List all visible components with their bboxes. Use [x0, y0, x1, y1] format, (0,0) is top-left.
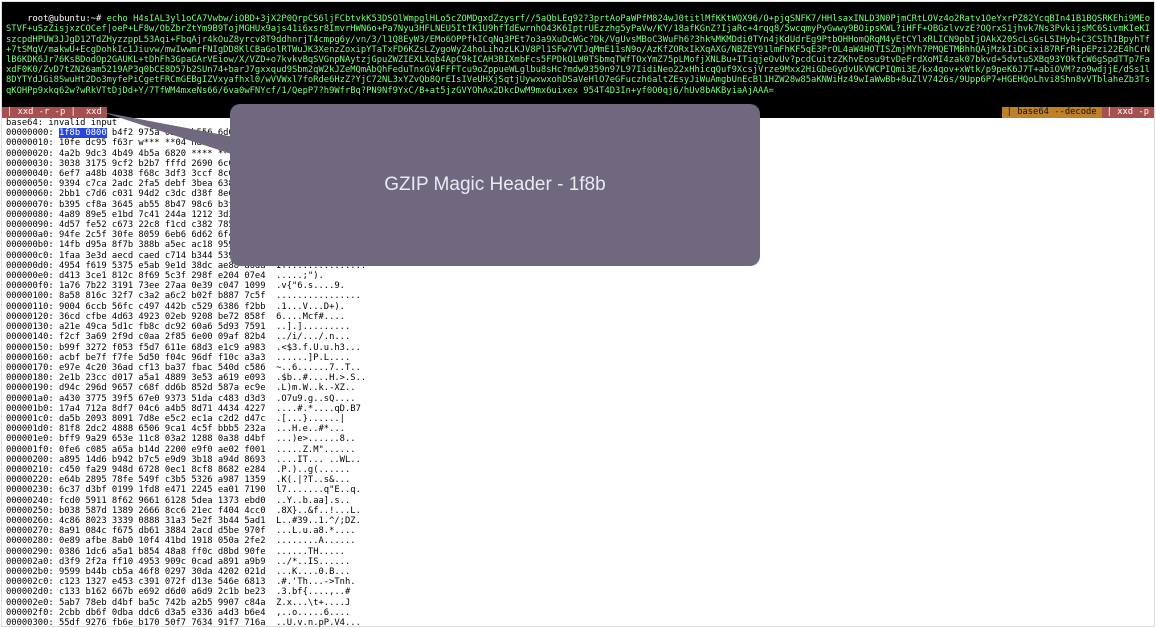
hex-row: 00000110: 9004 6ccb 56fc c497 442b c529 … [6, 302, 1150, 312]
hex-row: 00000170: e97e 4c20 36ad cf13 ba37 fbac … [6, 363, 1150, 373]
echo-keyword: echo [107, 14, 133, 24]
hex-row: 000002d0: c133 b162 667b e692 d6d0 a6d9 … [6, 587, 1150, 597]
hex-row: 00000290: 0386 1dc6 a5a1 b854 48a8 ff0c … [6, 547, 1150, 557]
terminal-command-line: root@ubuntu:~# echo H4sIAL3yl1oCA7Vwbw/i… [2, 2, 1154, 107]
hex-row: 000002a0: d3f9 2f2a ff10 4953 909c 0cad … [6, 557, 1150, 567]
hex-row: 000001f0: 0fe6 c085 a65a b14d 2200 e9f0 … [6, 445, 1150, 455]
hex-row: 00000140: f2cf 3a69 2f9d c0aa 2f85 6e00 … [6, 332, 1150, 342]
hex-row: 000001c0: da5b 2093 8091 7d8e e5c2 ec1a … [6, 414, 1150, 424]
hex-row: 00000190: d94c 296d 9657 c68f dd6b 852d … [6, 383, 1150, 393]
hex-row: 00000230: 6c37 d3bf 0199 1fd8 e471 2245 … [6, 485, 1150, 495]
hex-row: 00000130: a21e 49ca 5d1c fb8c dc92 60a6 … [6, 322, 1150, 332]
hex-row: 00000160: acbf be7f f7fe 5d50 f04c 96df … [6, 353, 1150, 363]
hex-row: 00000280: 0e89 afbe 8ab0 10f4 41bd 1918 … [6, 536, 1150, 546]
hex-row: 00000150: b99f 3272 f053 f5d7 611e 68d3 … [6, 343, 1150, 353]
gzip-magic-bytes: 1f8b 0800 [59, 128, 107, 138]
xxd-reverse-segment: | xxd -r -p | [2, 107, 81, 118]
hex-row: 000002c0: c123 1327 e453 c391 072f d13e … [6, 577, 1150, 587]
base64-decode-segment: | base64 --decode [1002, 107, 1102, 118]
hex-row: 00000220: e64b 2895 78fe 549f c3b5 5326 … [6, 475, 1150, 485]
callout-text: GZIP Magic Header - 1f8b [384, 180, 605, 190]
hex-row: 000001a0: a430 3775 39f5 67e0 9373 51da … [6, 394, 1150, 404]
hex-row: 000000e0: d413 3ce1 812c 8f69 5c3f 298f … [6, 271, 1150, 281]
hex-row: 000000f0: 1a76 7b22 3191 73ee 27aa 0e39 … [6, 281, 1150, 291]
hex-row: 00000200: a895 14d6 b942 b7c5 e9d9 3b18 … [6, 455, 1150, 465]
hex-row: 000002e0: 5ab7 78eb d4bf ba5c 742b a2b5 … [6, 598, 1150, 608]
shell-prompt: root@ubuntu:~# [27, 14, 106, 24]
hex-row: 00000120: 36cd cfbe 4d63 4923 02eb 9208 … [6, 312, 1150, 322]
base64-payload: H4sIAL3yl1oCA7Vwbw/iOBD+3jX2P0QrpCS6ljFC… [6, 14, 1150, 95]
hex-row: 00000240: fcd0 5911 8f62 9661 6128 5dea … [6, 496, 1150, 506]
xxd-p-segment: | xxd -p [1102, 107, 1154, 118]
hex-row: 000002b0: 9599 b44b cb5a 46f8 0297 30da … [6, 567, 1150, 577]
hex-row: 000001e0: bff9 9a29 653e 11c8 03a2 1288 … [6, 434, 1150, 444]
hex-row: 000001d0: 81f8 2dc2 4888 6506 9ca1 4c5f … [6, 424, 1150, 434]
hex-row: 00000250: b038 587d 1389 2666 8cc6 21ec … [6, 506, 1150, 516]
gzip-magic-callout: GZIP Magic Header - 1f8b [230, 104, 760, 266]
hex-row: 00000100: 8a58 816c 32f7 c3a2 a6c2 b02f … [6, 291, 1150, 301]
hex-row: 000001b0: 17a4 712a 8df7 04c6 a4b5 8d71 … [6, 404, 1150, 414]
hex-row: 00000300: 55df 9276 fb6e b170 50f7 7634 … [6, 618, 1150, 628]
hex-row: 00000210: c450 fa29 948d 6728 0ec1 8cf8 … [6, 465, 1150, 475]
hex-row: 00000180: 2e1b 23cc d017 a5a1 4889 3e53 … [6, 373, 1150, 383]
hex-row: 00000260: 4c86 8023 3339 0888 31a3 5e2f … [6, 516, 1150, 526]
hex-row: 000002f0: 2cbb db6f 0dba ddc6 d3a5 e336 … [6, 608, 1150, 618]
hex-row: 00000270: 8a91 084c f675 db61 3884 2acd … [6, 526, 1150, 536]
